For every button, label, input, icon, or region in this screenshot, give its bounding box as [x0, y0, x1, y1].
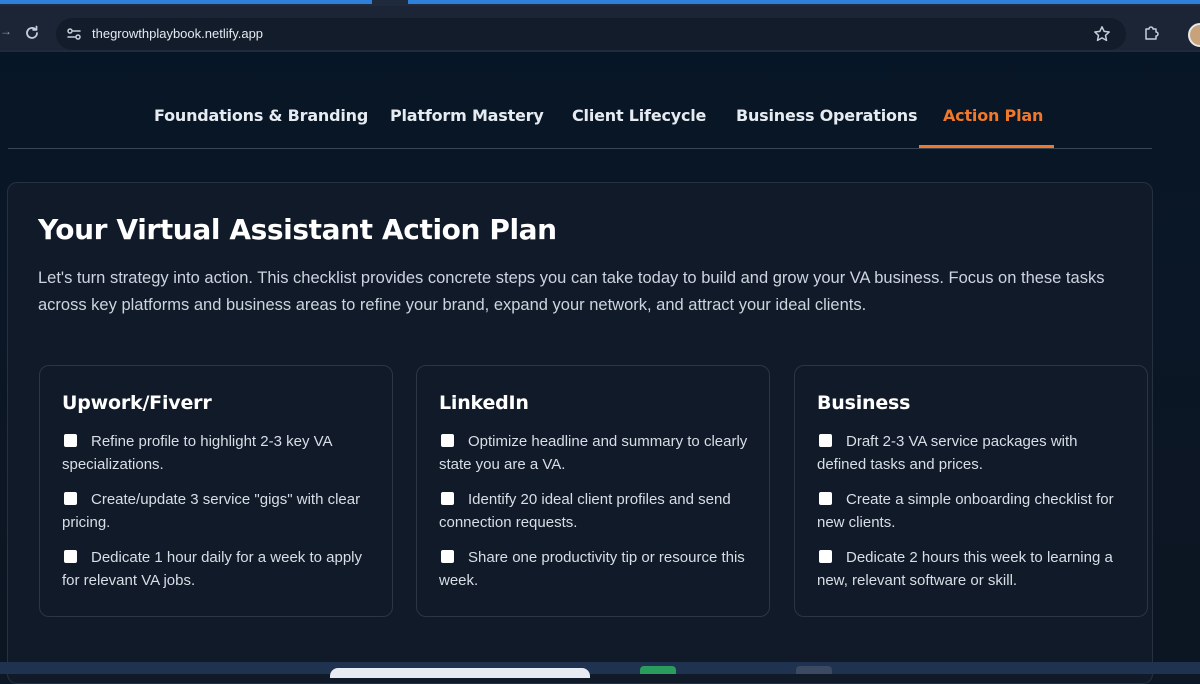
- taskbar-app-icon[interactable]: [640, 666, 676, 674]
- list-item: Refine profile to highlight 2-3 key VA s…: [62, 430, 374, 476]
- tab-action-plan[interactable]: Action Plan: [943, 106, 1043, 125]
- task-checkbox[interactable]: [819, 492, 832, 505]
- task-checkbox[interactable]: [64, 434, 77, 447]
- task-label: Dedicate 2 hours this week to learning a…: [817, 549, 1113, 589]
- task-label: Identify 20 ideal client profiles and se…: [439, 491, 731, 531]
- profile-avatar[interactable]: [1188, 23, 1200, 47]
- os-taskbar: [0, 662, 1200, 674]
- reload-icon[interactable]: [22, 23, 42, 43]
- url-text[interactable]: thegrowthplaybook.netlify.app: [92, 26, 263, 41]
- address-bar[interactable]: thegrowthplaybook.netlify.app: [56, 18, 1126, 50]
- task-label: Create a simple onboarding checklist for…: [817, 491, 1114, 531]
- column-business: Business Draft 2-3 VA service packages w…: [794, 365, 1148, 617]
- column-title: LinkedIn: [439, 392, 529, 414]
- tab-client-lifecycle[interactable]: Client Lifecycle: [572, 106, 706, 125]
- page: Foundations & Branding Platform Mastery …: [0, 52, 1200, 684]
- task-checkbox[interactable]: [64, 492, 77, 505]
- task-checkbox[interactable]: [441, 492, 454, 505]
- task-label: Refine profile to highlight 2-3 key VA s…: [62, 433, 332, 473]
- browser-toolbar: → thegrowthplaybook.netlify.app: [0, 6, 1200, 50]
- bookmark-star-icon[interactable]: [1092, 24, 1112, 44]
- tab-foundations-branding[interactable]: Foundations & Branding: [154, 106, 368, 125]
- column-title: Business: [817, 392, 911, 414]
- site-settings-icon[interactable]: [64, 24, 84, 44]
- task-checkbox[interactable]: [819, 434, 832, 447]
- list-item: Share one productivity tip or resource t…: [439, 546, 751, 592]
- task-label: Create/update 3 service "gigs" with clea…: [62, 491, 361, 531]
- page-title: Your Virtual Assistant Action Plan: [38, 213, 557, 246]
- task-checkbox[interactable]: [819, 550, 832, 563]
- list-item: Draft 2-3 VA service packages with defin…: [817, 430, 1129, 476]
- task-checkbox[interactable]: [64, 550, 77, 563]
- action-plan-card: Your Virtual Assistant Action Plan Let's…: [7, 182, 1153, 684]
- task-label: Dedicate 1 hour daily for a week to appl…: [62, 549, 362, 589]
- list-item: Dedicate 2 hours this week to learning a…: [817, 546, 1129, 592]
- tab-strip-right: [408, 0, 1200, 4]
- column-title: Upwork/Fiverr: [62, 392, 212, 414]
- taskbar-app-icon[interactable]: [796, 666, 832, 674]
- task-label: Share one productivity tip or resource t…: [439, 549, 745, 589]
- task-checkbox[interactable]: [441, 434, 454, 447]
- tab-strip: [0, 0, 372, 4]
- intro-text: Let's turn strategy into action. This ch…: [38, 269, 1105, 314]
- column-upwork-fiverr: Upwork/Fiverr Refine profile to highligh…: [39, 365, 393, 617]
- forward-arrow-icon[interactable]: →: [0, 24, 12, 38]
- list-item: Optimize headline and summary to clearly…: [439, 430, 751, 476]
- list-item: Dedicate 1 hour daily for a week to appl…: [62, 546, 374, 592]
- nav-divider: [8, 148, 1152, 149]
- taskbar-search-box[interactable]: [330, 668, 590, 678]
- task-checkbox[interactable]: [441, 550, 454, 563]
- browser-chrome: → thegrowthplaybook.netlify.app: [0, 0, 1200, 52]
- tab-business-operations[interactable]: Business Operations: [736, 106, 917, 125]
- task-label: Optimize headline and summary to clearly…: [439, 433, 748, 473]
- section-nav: Foundations & Branding Platform Mastery …: [0, 52, 1200, 150]
- list-item: Create a simple onboarding checklist for…: [817, 488, 1129, 534]
- list-item: Identify 20 ideal client profiles and se…: [439, 488, 751, 534]
- task-label: Draft 2-3 VA service packages with defin…: [817, 433, 1078, 473]
- tab-platform-mastery[interactable]: Platform Mastery: [390, 106, 544, 125]
- column-linkedin: LinkedIn Optimize headline and summary t…: [416, 365, 770, 617]
- list-item: Create/update 3 service "gigs" with clea…: [62, 488, 374, 534]
- extensions-icon[interactable]: [1142, 23, 1162, 43]
